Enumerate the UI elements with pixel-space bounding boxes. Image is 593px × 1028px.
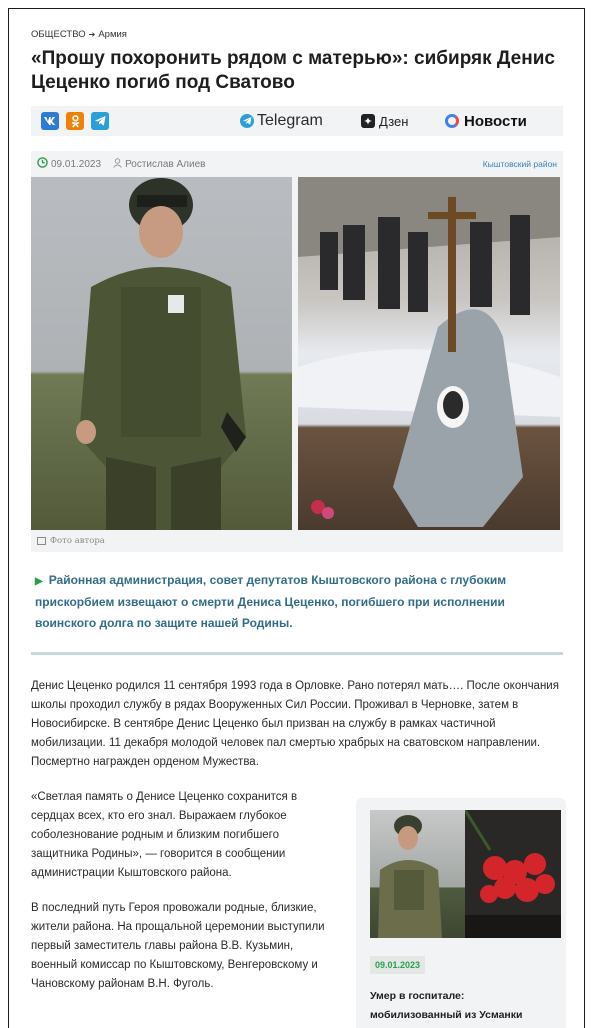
funeral-photo xyxy=(298,177,560,530)
article-images xyxy=(31,177,563,530)
camera-icon xyxy=(37,537,46,545)
article-left-column: «Светлая память о Денисе Цеценко сохрани… xyxy=(31,788,336,994)
clock-icon xyxy=(37,157,48,171)
related-article-card[interactable]: 09.01.2023 Умер в госпитале: мобилизован… xyxy=(356,798,566,1028)
article-meta: 09.01.2023 Ростислав Алиев Кыштовский ра… xyxy=(31,151,563,177)
dzen-icon: ✦ xyxy=(361,114,375,128)
related-article-image[interactable] xyxy=(370,810,561,938)
breadcrumb-subsection[interactable]: Армия xyxy=(98,29,127,40)
share-bar: Telegram ✦ Дзен Новости xyxy=(31,106,563,136)
partner-news-label: Новости xyxy=(464,112,527,130)
related-soldier-photo xyxy=(370,810,465,938)
article-paragraph-1: Денис Цеценко родился 11 сентября 1993 г… xyxy=(31,680,559,768)
partner-telegram-label: Telegram xyxy=(257,112,323,129)
article-paragraph-3: В последний путь Героя провожали родные,… xyxy=(31,902,325,990)
breadcrumb-section[interactable]: ОБЩЕСТВО xyxy=(31,29,86,40)
article-paragraph-2: «Светлая память о Денисе Цеценко сохрани… xyxy=(31,791,298,879)
article-author[interactable]: Ростислав Алиев xyxy=(125,159,205,170)
article-title: «Прошу похоронить рядом с матерью»: сиби… xyxy=(31,48,555,93)
photo-block: 09.01.2023 Ростислав Алиев Кыштовский ра… xyxy=(31,151,563,552)
ok-share-icon[interactable] xyxy=(66,112,84,130)
photo-caption: Фото автора xyxy=(31,530,563,552)
soldier-photo xyxy=(31,177,292,530)
related-article-title[interactable]: Умер в госпитале: мобилизованный из Усма… xyxy=(370,987,552,1025)
telegram-icon xyxy=(240,114,254,128)
telegram-share-icon[interactable] xyxy=(91,112,109,130)
article-container: ОБЩЕСТВО ➔ Армия «Прошу похоронить рядом… xyxy=(31,29,566,1028)
partner-news[interactable]: Новости xyxy=(445,106,527,136)
triangle-right-icon: ▶ xyxy=(35,576,43,587)
related-article-date: 09.01.2023 xyxy=(370,956,426,974)
vk-share-icon[interactable] xyxy=(41,112,59,130)
photo-caption-text: Фото автора xyxy=(50,536,105,546)
partner-telegram[interactable]: Telegram xyxy=(240,106,323,136)
article-date: 09.01.2023 xyxy=(51,158,102,170)
article-lead-text: Районная администрация, совет депутатов … xyxy=(35,573,507,630)
related-flowers-photo xyxy=(465,810,561,938)
google-news-icon xyxy=(445,114,459,128)
partner-dzen[interactable]: ✦ Дзен xyxy=(361,106,408,136)
article-columns: «Светлая память о Денисе Цеценко сохрани… xyxy=(31,788,566,1028)
user-icon xyxy=(113,157,122,171)
breadcrumb: ОБЩЕСТВО ➔ Армия xyxy=(31,29,563,40)
region-link[interactable]: Кыштовский район xyxy=(483,159,557,169)
arrow-right-icon: ➔ xyxy=(88,30,96,39)
lead-divider xyxy=(31,652,563,655)
page-frame: ОБЩЕСТВО ➔ Армия «Прошу похоронить рядом… xyxy=(8,8,585,1028)
article-lead: ▶ Районная администрация, совет депутатов… xyxy=(31,570,563,634)
partner-dzen-label: Дзен xyxy=(379,113,409,129)
